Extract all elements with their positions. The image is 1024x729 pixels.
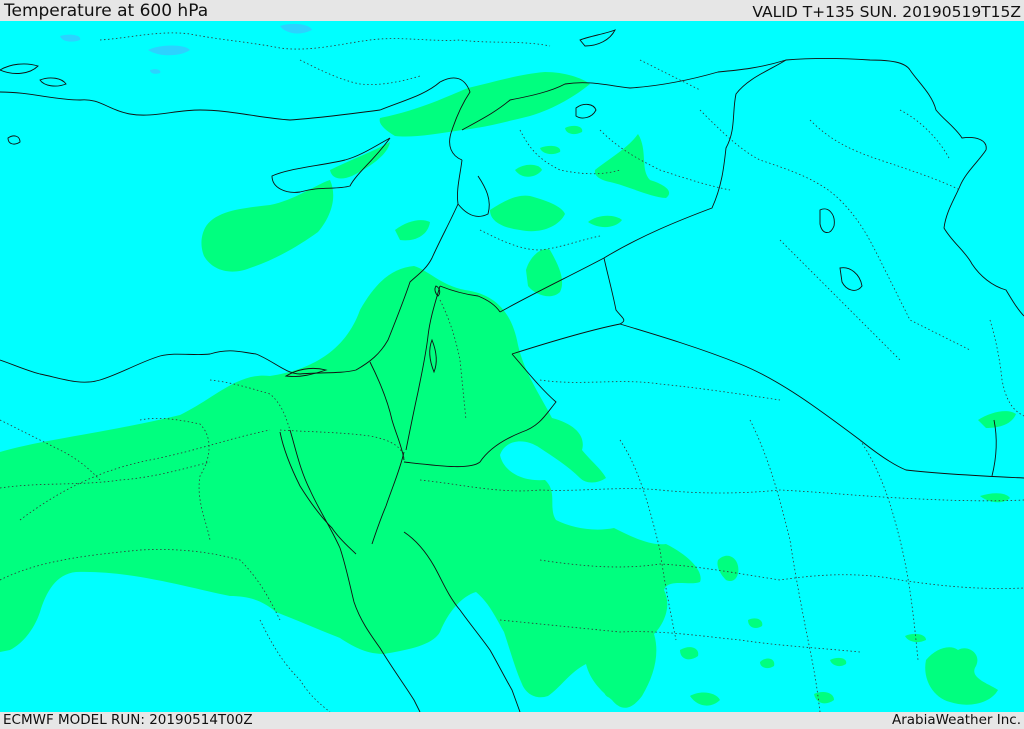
valid-time: VALID T+135 SUN. 20190519T15Z — [752, 3, 1021, 21]
map-canvas — [0, 21, 1024, 712]
map-title: Temperature at 600 hPa — [4, 1, 209, 21]
header-bar: Temperature at 600 hPa VALID T+135 SUN. … — [0, 0, 1024, 21]
footer-bar: ECMWF MODEL RUN: 20190514T00Z ArabiaWeat… — [0, 712, 1024, 729]
credit-label: ArabiaWeather Inc. — [891, 712, 1021, 728]
weather-map — [0, 21, 1024, 712]
model-run-label: ECMWF MODEL RUN: 20190514T00Z — [3, 712, 253, 728]
